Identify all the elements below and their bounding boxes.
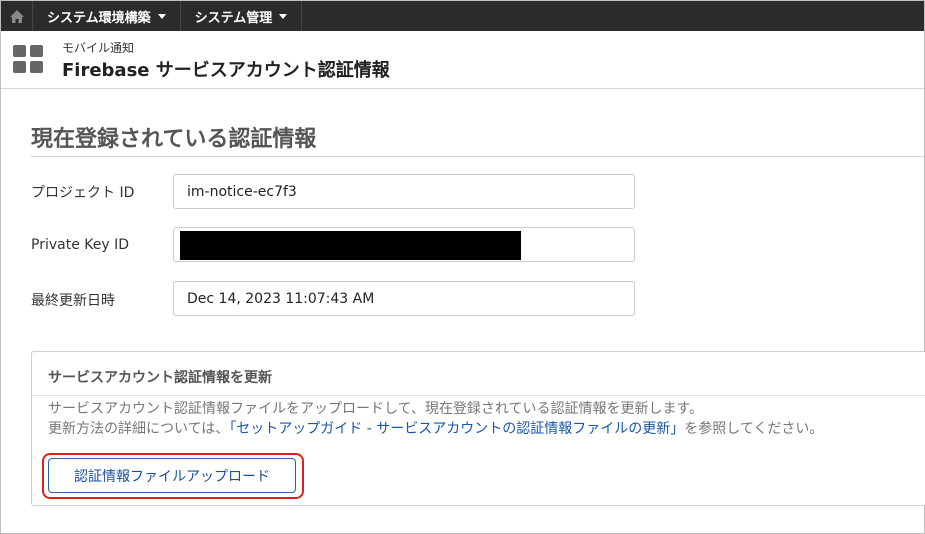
home-icon	[9, 9, 24, 23]
last-updated-label: 最終更新日時	[31, 293, 115, 309]
menu-label: システム管理	[194, 10, 273, 26]
project-id-label: プロジェクト ID	[31, 185, 135, 201]
breadcrumb: モバイル通知	[62, 41, 135, 55]
page-header: モバイル通知 Firebase サービスアカウント認証情報	[1, 31, 924, 89]
help-text-suffix: を参照してください。	[684, 421, 824, 437]
page-title: Firebase サービスアカウント認証情報	[62, 60, 390, 81]
panel-title: サービスアカウント認証情報を更新	[48, 370, 272, 386]
section-title: 現在登録されている認証情報	[31, 127, 317, 152]
redaction-block	[180, 231, 521, 260]
panel-divider	[32, 395, 925, 396]
caret-down-icon	[157, 13, 166, 19]
grid-icon	[13, 45, 43, 73]
panel-help-text: 更新方法の詳細については、「セットアップガイド - サービスアカウントの認証情報…	[48, 418, 823, 438]
upload-credentials-button[interactable]: 認証情報ファイルアップロード	[48, 458, 296, 493]
last-updated-field: Dec 14, 2023 11:07:43 AM	[173, 281, 635, 316]
caret-down-icon	[279, 13, 288, 19]
section-divider	[31, 156, 924, 157]
panel-description: サービスアカウント認証情報ファイルをアップロードして、現在登録されている認証情報…	[48, 401, 704, 417]
private-key-id-label: Private Key ID	[31, 237, 129, 253]
home-button[interactable]	[1, 1, 33, 31]
top-nav: システム環境構築 システム管理	[1, 1, 924, 31]
menu-system-admin[interactable]: システム管理	[181, 1, 303, 31]
help-text-prefix: 更新方法の詳細については、	[48, 421, 230, 437]
private-key-id-field	[173, 227, 635, 262]
menu-label: システム環境構築	[47, 10, 151, 26]
update-credentials-panel: サービスアカウント認証情報を更新 サービスアカウント認証情報ファイルをアップロー…	[31, 351, 925, 506]
project-id-field: im-notice-ec7f3	[173, 174, 635, 209]
menu-system-setup[interactable]: システム環境構築	[33, 1, 181, 31]
setup-guide-link[interactable]: 「セットアップガイド - サービスアカウントの認証情報ファイルの更新」	[229, 421, 684, 437]
